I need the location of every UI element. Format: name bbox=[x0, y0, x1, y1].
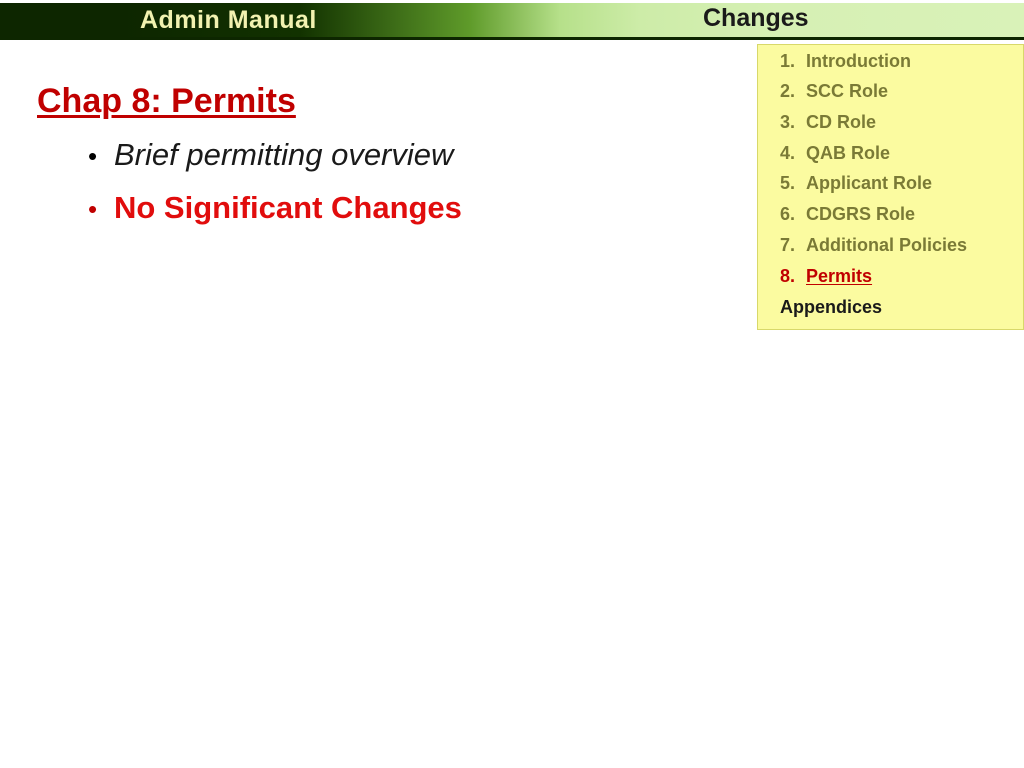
agenda-item-qab-role[interactable]: 4. QAB Role bbox=[780, 143, 890, 164]
agenda-item-label: Permits bbox=[806, 266, 873, 286]
agenda-item-label: Introduction bbox=[806, 51, 911, 71]
page-title: Chap 8: Permits bbox=[37, 82, 296, 120]
agenda-item-number: 3. bbox=[780, 112, 796, 132]
agenda-item-number: 6. bbox=[780, 204, 796, 224]
agenda-item-label: CDGRS Role bbox=[806, 204, 916, 224]
agenda-item-additional-policies[interactable]: 7. Additional Policies bbox=[780, 235, 967, 256]
bullet-item: • Brief permitting overview bbox=[88, 137, 453, 173]
agenda-item-label: SCC Role bbox=[806, 81, 889, 101]
agenda-item-label: Applicant Role bbox=[806, 173, 933, 193]
agenda-item-cdgrs-role[interactable]: 6. CDGRS Role bbox=[780, 204, 915, 225]
agenda-item-applicant-role[interactable]: 5. Applicant Role bbox=[780, 173, 932, 194]
agenda-item-label: QAB Role bbox=[806, 143, 891, 163]
agenda-panel: 1. Introduction 2. SCC Role 3. CD Role 4… bbox=[757, 44, 1024, 330]
bullet-dot-icon: • bbox=[88, 194, 98, 224]
bullet-item: • No Significant Changes bbox=[88, 190, 462, 226]
header-left-title: Admin Manual bbox=[140, 6, 317, 34]
bullet-text: Brief permitting overview bbox=[114, 137, 454, 172]
header-right-title: Changes bbox=[703, 4, 809, 32]
agenda-item-label: Appendices bbox=[780, 297, 883, 317]
agenda-item-number: 8. bbox=[780, 266, 796, 286]
agenda-item-cd-role[interactable]: 3. CD Role bbox=[780, 112, 876, 133]
bullet-dot-icon: • bbox=[88, 141, 98, 171]
agenda-item-label: CD Role bbox=[806, 112, 877, 132]
bullet-text: No Significant Changes bbox=[114, 190, 462, 225]
agenda-item-appendices[interactable]: Appendices bbox=[780, 297, 882, 318]
agenda-item-number: 1. bbox=[780, 51, 796, 71]
agenda-item-permits[interactable]: 8. Permits bbox=[780, 266, 872, 287]
agenda-item-scc-role[interactable]: 2. SCC Role bbox=[780, 81, 888, 102]
agenda-item-number: 4. bbox=[780, 143, 796, 163]
agenda-item-number: 2. bbox=[780, 81, 796, 101]
agenda-item-introduction[interactable]: 1. Introduction bbox=[780, 51, 911, 72]
header-divider bbox=[0, 37, 1024, 40]
agenda-item-number: 7. bbox=[780, 235, 796, 255]
agenda-item-label: Additional Policies bbox=[806, 235, 968, 255]
agenda-item-number: 5. bbox=[780, 173, 796, 193]
